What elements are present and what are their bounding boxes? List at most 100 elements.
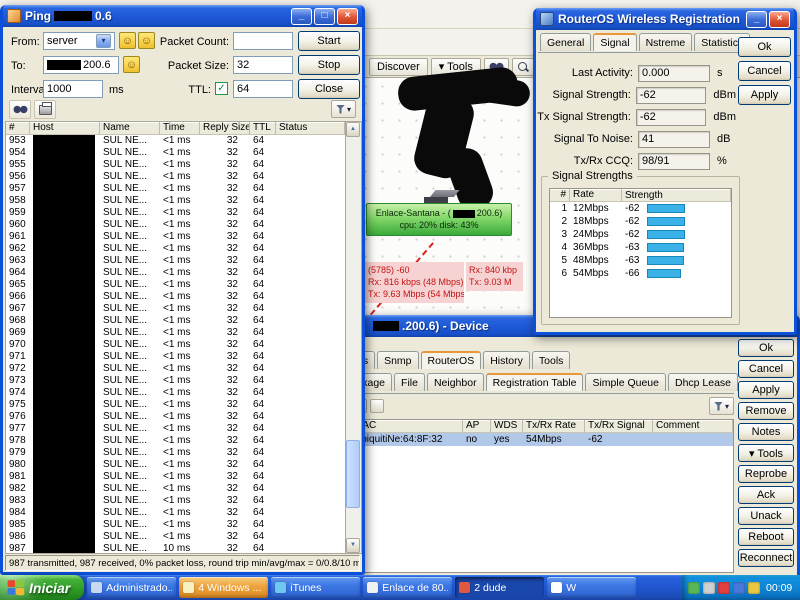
tab-routeros[interactable]: RouterOS — [420, 351, 482, 369]
ping-row[interactable]: 974 SUL NE... <1 ms 32 64 — [6, 387, 345, 399]
to-input[interactable]: 200.6 — [43, 56, 119, 74]
ping-row[interactable]: 963 SUL NE... <1 ms 32 64 — [6, 255, 345, 267]
ping-titlebar[interactable]: Ping 0.6 _ □ × — [3, 5, 362, 27]
ping-row[interactable]: 962 SUL NE... <1 ms 32 64 — [6, 243, 345, 255]
ping-row[interactable]: 972 SUL NE... <1 ms 32 64 — [6, 363, 345, 375]
maximize-button[interactable]: □ — [314, 7, 335, 25]
print-button[interactable] — [34, 100, 56, 119]
ping-row[interactable]: 979 SUL NE... <1 ms 32 64 — [6, 447, 345, 459]
ping-row[interactable]: 980 SUL NE... <1 ms 32 64 — [6, 459, 345, 471]
start-button[interactable]: Start — [298, 31, 360, 51]
notes-button[interactable]: Notes — [738, 423, 794, 441]
tab-neighbor[interactable]: Neighbor — [426, 373, 484, 391]
signal-rate-row[interactable]: 4 36Mbps -63 — [550, 241, 731, 254]
tools-button[interactable]: ▾ Tools — [738, 444, 794, 462]
unack-button[interactable]: Unack — [738, 507, 794, 525]
apply-button[interactable]: Apply — [738, 381, 794, 399]
taskbar-task[interactable]: W — [547, 577, 637, 598]
taskbar-task[interactable]: Administrado... — [87, 577, 177, 598]
close-ping-button[interactable]: Close — [298, 79, 360, 99]
tray-icon[interactable] — [748, 581, 760, 594]
column-header[interactable]: # — [6, 122, 30, 134]
chevron-down-icon[interactable]: ▾ — [96, 34, 111, 48]
ping-row[interactable]: 973 SUL NE... <1 ms 32 64 — [6, 375, 345, 387]
apply-button[interactable]: Apply — [738, 85, 791, 105]
ttl-checkbox[interactable]: ✓ — [215, 82, 228, 95]
column-header[interactable]: AP — [463, 420, 491, 432]
cancel-button[interactable]: Cancel — [738, 61, 791, 81]
close-button[interactable]: × — [337, 7, 358, 25]
registration-row[interactable]: UbiquitiNe:64:8F:32 no yes 54Mbps -62 — [351, 433, 733, 446]
ping-row[interactable]: 968 SUL NE... <1 ms 32 64 — [6, 315, 345, 327]
tray-icon[interactable] — [703, 581, 715, 594]
from-select[interactable]: server ▾ — [43, 32, 115, 50]
filter-button[interactable]: ▾ — [708, 397, 734, 415]
start-button[interactable]: Iniciar — [0, 575, 84, 600]
scroll-up-icon[interactable]: ▲ — [346, 122, 360, 137]
ping-row[interactable]: 987 SUL NE... 10 ms 32 64 — [6, 543, 345, 553]
column-header[interactable]: WDS — [491, 420, 523, 432]
column-header[interactable]: Tx/Rx Signal — [585, 420, 653, 432]
remove-button[interactable]: Remove — [738, 402, 794, 420]
signal-rate-row[interactable]: 3 24Mbps -62 — [550, 228, 731, 241]
reconnect-button[interactable]: Reconnect — [738, 549, 794, 567]
ping-row[interactable]: 965 SUL NE... <1 ms 32 64 — [6, 279, 345, 291]
signal-rate-row[interactable]: 6 54Mbps -66 — [550, 267, 731, 280]
scrollbar-thumb[interactable] — [346, 440, 360, 508]
tab-tools[interactable]: Tools — [531, 351, 571, 369]
column-header[interactable]: Host — [30, 122, 100, 134]
reboot-button[interactable]: Reboot — [738, 528, 794, 546]
column-header[interactable]: Rate — [570, 189, 622, 201]
ping-row[interactable]: 967 SUL NE... <1 ms 32 64 — [6, 303, 345, 315]
ping-row[interactable]: 983 SUL NE... <1 ms 32 64 — [6, 495, 345, 507]
tab-dhcp-lease[interactable]: Dhcp Lease — [667, 373, 739, 391]
ping-row[interactable]: 955 SUL NE... <1 ms 32 64 — [6, 159, 345, 171]
packet-count-input[interactable] — [233, 32, 293, 50]
ping-row[interactable]: 953 SUL NE... <1 ms 32 64 — [6, 135, 345, 147]
tab-signal[interactable]: Signal — [593, 33, 637, 51]
ping-row[interactable]: 956 SUL NE... <1 ms 32 64 — [6, 171, 345, 183]
ping-row[interactable]: 978 SUL NE... <1 ms 32 64 — [6, 435, 345, 447]
ping-row[interactable]: 960 SUL NE... <1 ms 32 64 — [6, 219, 345, 231]
scroll-down-icon[interactable]: ▼ — [346, 538, 360, 553]
ping-row[interactable]: 957 SUL NE... <1 ms 32 64 — [6, 183, 345, 195]
tab-general[interactable]: General — [540, 33, 592, 51]
cancel-button[interactable]: Cancel — [738, 360, 794, 378]
ping-row[interactable]: 975 SUL NE... <1 ms 32 64 — [6, 399, 345, 411]
filter-button[interactable]: ▾ — [331, 100, 357, 118]
tab-simple-queue[interactable]: Simple Queue — [585, 373, 666, 391]
tab-file[interactable]: File — [394, 373, 425, 391]
toolbar-button[interactable] — [370, 399, 384, 413]
ping-row[interactable]: 969 SUL NE... <1 ms 32 64 — [6, 327, 345, 339]
minimize-button[interactable]: _ — [291, 7, 312, 25]
ttl-input[interactable]: 64 — [233, 80, 293, 98]
packet-size-input[interactable]: 32 — [233, 56, 293, 74]
ping-row[interactable]: 961 SUL NE... <1 ms 32 64 — [6, 231, 345, 243]
discover-button[interactable]: Discover — [369, 57, 428, 76]
column-header[interactable]: Name — [100, 122, 160, 134]
ping-row[interactable]: 982 SUL NE... <1 ms 32 64 — [6, 483, 345, 495]
find-button[interactable] — [9, 100, 31, 119]
taskbar-task[interactable]: 4 Windows ... — [179, 577, 269, 598]
ping-row[interactable]: 970 SUL NE... <1 ms 32 64 — [6, 339, 345, 351]
column-header[interactable]: Reply Size — [200, 122, 250, 134]
tray-icon[interactable] — [688, 581, 700, 594]
ping-row[interactable]: 971 SUL NE... <1 ms 32 64 — [6, 351, 345, 363]
tab-nstreme[interactable]: Nstreme — [638, 33, 693, 51]
signal-rate-row[interactable]: 1 12Mbps -62 — [550, 202, 731, 215]
ok-button[interactable]: Ok — [738, 339, 794, 357]
wireless-titlebar[interactable]: RouterOS Wireless Registration _ × — [536, 8, 794, 30]
ok-button[interactable]: Ok — [738, 37, 791, 57]
column-header[interactable]: Status — [276, 122, 345, 134]
tab-snmp[interactable]: Snmp — [377, 351, 419, 369]
map-node-enlace-santana[interactable]: Enlace-Santana - (200.6) cpu: 20% disk: … — [366, 203, 512, 236]
ping-row[interactable]: 986 SUL NE... <1 ms 32 64 — [6, 531, 345, 543]
taskbar-task[interactable]: Enlace de 80... — [363, 577, 453, 598]
column-header[interactable]: Strength — [622, 189, 731, 201]
scrollbar[interactable]: ▲ ▼ — [346, 121, 362, 554]
ping-row[interactable]: 985 SUL NE... <1 ms 32 64 — [6, 519, 345, 531]
stop-button[interactable]: Stop — [298, 55, 360, 75]
column-header[interactable]: Time — [160, 122, 200, 134]
signal-rate-row[interactable]: 5 48Mbps -63 — [550, 254, 731, 267]
ping-row[interactable]: 981 SUL NE... <1 ms 32 64 — [6, 471, 345, 483]
